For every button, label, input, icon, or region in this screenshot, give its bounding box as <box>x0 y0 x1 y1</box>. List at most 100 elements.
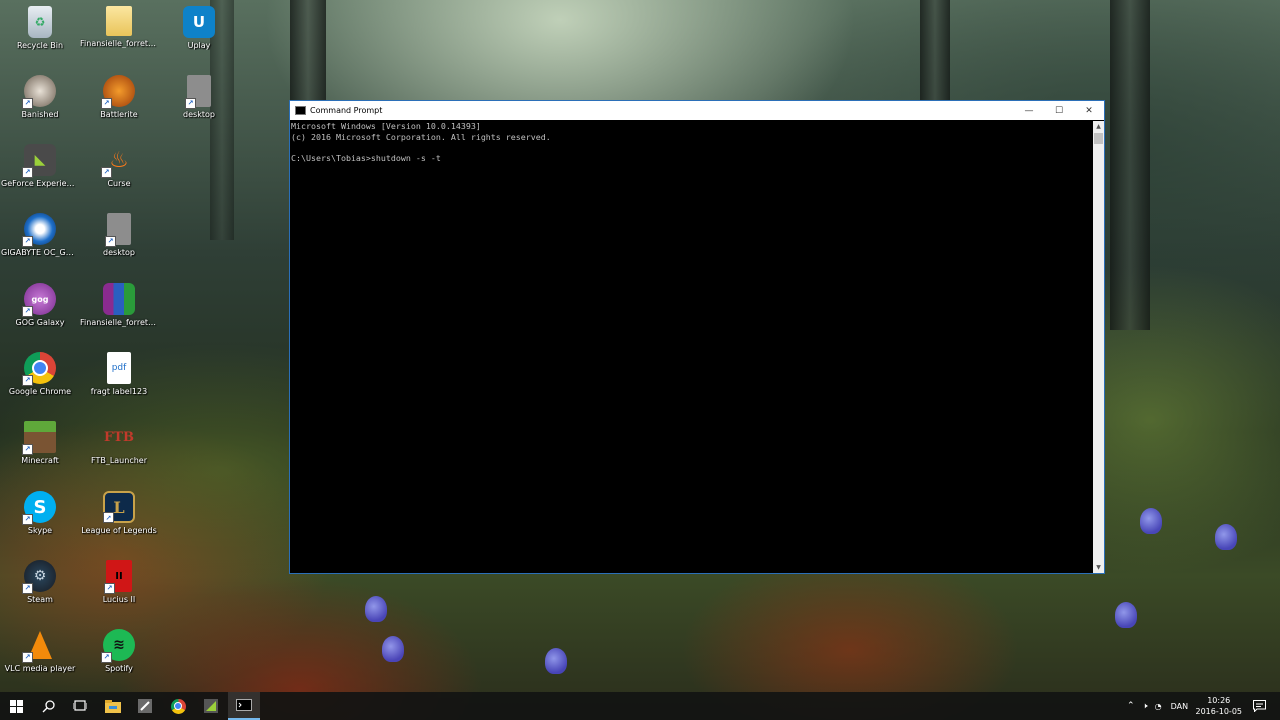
shortcut-arrow-icon: ↗ <box>103 512 114 523</box>
recycle-bin-icon: ♻ <box>28 6 52 38</box>
scroll-up-arrow-icon[interactable]: ▲ <box>1093 121 1104 132</box>
taskbar-file-explorer[interactable] <box>97 692 129 720</box>
shortcut-arrow-icon: ↗ <box>22 583 33 594</box>
desktop-icon-skype[interactable]: S ↗ Skype <box>1 491 79 535</box>
desktop-icon-label: Lucius II <box>102 595 136 604</box>
desktop-icon-finansielle-archive[interactable]: Finansielle_forretni... <box>80 283 158 327</box>
app-icon <box>138 699 152 713</box>
desktop-icon-label: GOG Galaxy <box>15 318 65 327</box>
start-icon <box>9 699 23 713</box>
desktop-icon-label: desktop <box>183 110 215 119</box>
background-flower <box>545 648 567 674</box>
language-indicator[interactable]: DAN <box>1171 702 1188 711</box>
taskbar-command-prompt[interactable] <box>228 692 260 720</box>
desktop-icon-label: Recycle Bin <box>16 41 64 50</box>
shortcut-arrow-icon: ↗ <box>22 375 33 386</box>
desktop-icon-fragt-label[interactable]: pdf fragt label123 <box>80 352 158 396</box>
gog-icon: gog ↗ <box>22 283 56 317</box>
desktop-icon-label: Google Chrome <box>8 387 72 396</box>
clock-date: 2016-10-05 <box>1195 707 1243 716</box>
desktop-icon-uplay[interactable]: U Uplay <box>160 6 238 50</box>
desktop-icon-label: Finansielle_forretni... <box>80 318 158 327</box>
task-view-icon <box>73 700 87 711</box>
desktop-icon-label: Finansielle_forretni... <box>80 39 158 48</box>
window-titlebar[interactable]: Command Prompt — ☐ ✕ <box>290 101 1104 120</box>
system-tray: ⌃ 🕨 ◔ DAN <box>1127 692 1188 720</box>
archive-icon <box>103 283 135 315</box>
desktop-icon-minecraft[interactable]: ↗ Minecraft <box>1 421 79 465</box>
clock[interactable]: 10:26 2016-10-05 <box>1196 695 1243 717</box>
window-title: Command Prompt <box>310 106 383 115</box>
task-view-button[interactable] <box>64 692 96 720</box>
background-tree-trunk <box>920 0 950 100</box>
desktop-icon-finansielle-folder[interactable]: Finansielle_forretni... <box>80 6 158 48</box>
taskbar-app[interactable] <box>129 692 161 720</box>
desktop-icon-league-of-legends[interactable]: L ↗ League of Legends <box>80 491 158 535</box>
console-line: (c) 2016 Microsoft Corporation. All righ… <box>291 131 551 142</box>
desktop-icon-steam[interactable]: ⚙ ↗ Steam <box>1 560 79 604</box>
network-icon[interactable]: ◔ <box>1155 702 1162 711</box>
ftb-icon: FTB <box>104 429 134 445</box>
desktop-icon-label: Skype <box>27 526 53 535</box>
geforce-icon <box>204 699 218 713</box>
desktop-icon-label: GeForce Experience <box>1 179 79 188</box>
steam-icon: ⚙ ↗ <box>22 560 56 594</box>
command-prompt-icon <box>236 699 252 711</box>
volume-icon[interactable]: 🕨 <box>1143 701 1148 711</box>
background-flower <box>1215 524 1237 550</box>
desktop-icon-label: VLC media player <box>4 664 76 673</box>
desktop-icon-battlerite[interactable]: ↗ Battlerite <box>80 75 158 119</box>
desktop-icon-label: FTB_Launcher <box>90 456 147 465</box>
desktop-icon-ftb-launcher[interactable]: FTB FTB_Launcher <box>80 421 158 466</box>
maximize-button[interactable]: ☐ <box>1044 101 1074 120</box>
search-button[interactable] <box>32 692 64 720</box>
taskbar-chrome[interactable] <box>162 692 194 720</box>
console-prompt-line[interactable]: C:\Users\Tobias>shutdown -s -t <box>291 153 1095 164</box>
close-button[interactable]: ✕ <box>1074 101 1104 120</box>
desktop-icon-lucius-ii[interactable]: II ↗ Lucius II <box>80 560 158 604</box>
shortcut-arrow-icon: ↗ <box>22 652 33 663</box>
curse-icon: ♨ ↗ <box>101 144 135 178</box>
pdf-icon: pdf <box>107 352 131 384</box>
taskbar-geforce[interactable] <box>195 692 227 720</box>
desktop-icon-spotify[interactable]: ≋ ↗ Spotify <box>80 629 158 673</box>
command-prompt-window[interactable]: Command Prompt — ☐ ✕ Microsoft Windows [… <box>289 100 1105 574</box>
shortcut-arrow-icon: ↗ <box>101 98 112 109</box>
chrome-icon: ↗ <box>22 352 56 386</box>
desktop-icon-curse[interactable]: ♨ ↗ Curse <box>80 144 158 188</box>
start-button[interactable] <box>0 692 32 720</box>
scrollbar-thumb[interactable] <box>1094 133 1103 144</box>
desktop-icon-label: Steam <box>27 595 53 604</box>
skype-icon: S ↗ <box>22 491 56 525</box>
vertical-scrollbar[interactable]: ▲ ▼ <box>1093 121 1104 573</box>
desktop-icon-banished[interactable]: ↗ Banished <box>1 75 79 119</box>
shortcut-arrow-icon: ↗ <box>22 444 33 455</box>
desktop-icon-gog-galaxy[interactable]: gog ↗ GOG Galaxy <box>1 283 79 327</box>
desktop-icon-label: Battlerite <box>100 110 138 119</box>
scroll-down-arrow-icon[interactable]: ▼ <box>1093 562 1104 573</box>
uplay-icon: U <box>183 6 215 38</box>
desktop-icon-recycle-bin[interactable]: ♻ Recycle Bin <box>1 6 79 50</box>
desktop-icon-vlc[interactable]: ↗ VLC media player <box>1 629 79 673</box>
minimize-button[interactable]: — <box>1014 101 1044 120</box>
window-controls: — ☐ ✕ <box>1014 101 1104 120</box>
desktop-icon-label: GIGABYTE OC_GURU <box>1 248 79 257</box>
desktop-icon-desktop-file-2[interactable]: ↗ desktop <box>80 213 158 257</box>
spotify-icon: ≋ ↗ <box>101 629 135 663</box>
desktop-icon-desktop-file[interactable]: ↗ desktop <box>160 75 238 119</box>
notification-icon <box>1252 700 1266 712</box>
console-output[interactable]: Microsoft Windows [Version 10.0.14393] (c… <box>290 121 1095 573</box>
shortcut-arrow-icon: ↗ <box>104 583 115 594</box>
desktop-icon-label: Minecraft <box>21 456 59 465</box>
file-icon: ↗ <box>105 213 131 247</box>
desktop-icon-google-chrome[interactable]: ↗ Google Chrome <box>1 352 79 396</box>
chevron-up-icon[interactable]: ⌃ <box>1127 701 1135 711</box>
shortcut-arrow-icon: ↗ <box>22 306 33 317</box>
desktop-icon-geforce-experience[interactable]: ◣ ↗ GeForce Experience <box>1 144 79 188</box>
league-icon: L ↗ <box>103 491 135 523</box>
action-center-button[interactable] <box>1245 692 1273 720</box>
folder-icon <box>106 6 132 36</box>
background-tree-trunk <box>1110 0 1150 330</box>
desktop-icon-gigabyte-oc-guru[interactable]: ↗ GIGABYTE OC_GURU <box>1 213 79 257</box>
